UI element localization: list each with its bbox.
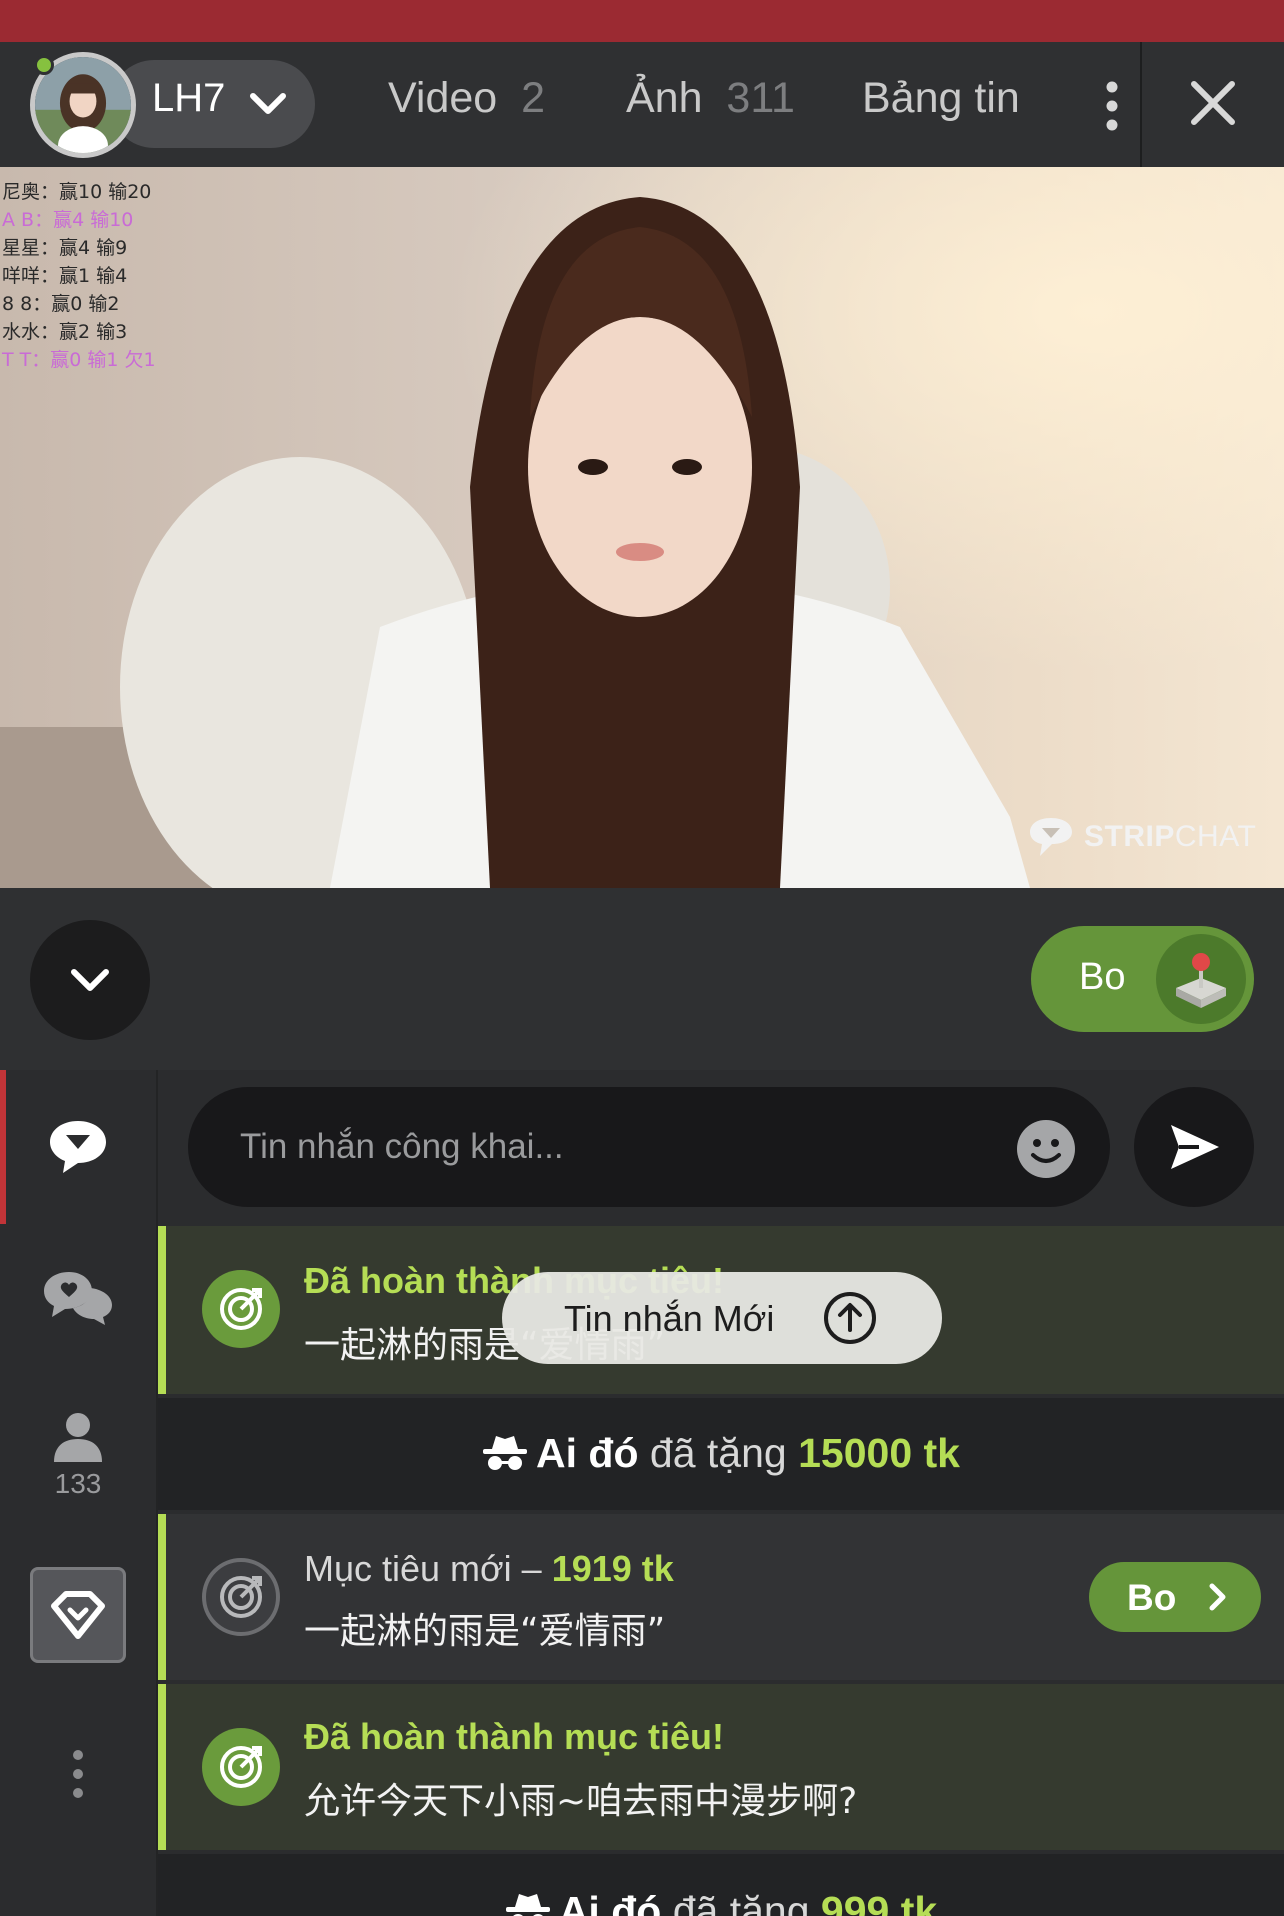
- diamond-icon: [51, 1591, 105, 1639]
- tab-video-count: 2: [521, 74, 546, 122]
- tipper-name[interactable]: Ai đó: [536, 1430, 638, 1476]
- incognito-icon: [483, 1436, 528, 1470]
- score-line: 水水：赢2 输3: [2, 321, 128, 343]
- tip-text: Ai đó đã tặng 15000 tk: [158, 1430, 1284, 1477]
- rail-private-chats[interactable]: [0, 1270, 156, 1326]
- close-icon[interactable]: [1186, 76, 1240, 130]
- bo-game-toggle[interactable]: Bo: [1031, 926, 1254, 1032]
- bo-goal-button[interactable]: Bo: [1089, 1562, 1261, 1632]
- new-goal-title: Mục tiêu mới – 1919 tk: [304, 1548, 674, 1590]
- incognito-icon: [505, 1894, 550, 1916]
- tip-message: Ai đó đã tặng 15000 tk: [158, 1398, 1284, 1510]
- send-message-button[interactable]: [1134, 1087, 1254, 1207]
- goal-completed-title: Đã hoàn thành mục tiêu!: [304, 1716, 725, 1757]
- goal-badge: [202, 1270, 280, 1348]
- tab-photos[interactable]: Ảnh 311: [626, 74, 795, 123]
- tip-amount: 15000 tk: [798, 1430, 960, 1476]
- users-count: 133: [54, 1468, 102, 1499]
- goal-completed-message: Đã hoàn thành mục tiêu! 允许今天下小雨~咱去雨中漫步啊?: [158, 1684, 1284, 1850]
- chevron-down-icon[interactable]: [248, 86, 288, 122]
- rail-more[interactable]: [0, 1748, 156, 1800]
- score-line: 咩咩：赢1 输4: [2, 265, 128, 287]
- collapse-video-button[interactable]: [30, 920, 150, 1040]
- more-vertical-icon[interactable]: [1100, 78, 1124, 134]
- new-messages-button[interactable]: Tin nhắn Mới: [502, 1272, 942, 1364]
- goal-target-icon: [220, 1746, 262, 1788]
- score-overlay: 尼奥：赢10 输20 A B：赢4 输10 星星：赢4 输9 咩咩：赢1 输4 …: [2, 178, 156, 374]
- new-messages-label: Tin nhắn Mới: [564, 1298, 775, 1339]
- chevron-down-icon: [71, 969, 109, 991]
- score-line: 8 8：赢0 输2: [2, 293, 120, 315]
- public-message-input[interactable]: Tin nhắn công khai...: [188, 1087, 1110, 1207]
- stripchat-watermark: STRIPCHAT: [1028, 814, 1256, 860]
- user-icon: [54, 1413, 102, 1462]
- goal-target-icon: [220, 1288, 262, 1330]
- score-line: A B：赢4 输10: [2, 209, 134, 231]
- private-chat-icon: [44, 1272, 112, 1325]
- watermark-light-text: CHAT: [1174, 820, 1257, 853]
- tab-photos-count: 311: [726, 74, 795, 122]
- goal-target-icon: [220, 1576, 262, 1618]
- tip-message: Ai đó đã tặng 999 tk: [158, 1854, 1284, 1916]
- tip-verb: đã tặng: [649, 1430, 787, 1476]
- new-goal-message: Mục tiêu mới – 1919 tk 一起淋的雨是“爱情雨” Bo: [158, 1514, 1284, 1680]
- tip-verb: đã tặng: [672, 1888, 810, 1916]
- goal-description: 允许今天下小雨~咱去雨中漫步啊?: [304, 1781, 858, 1822]
- tipper-name[interactable]: Ai đó: [559, 1888, 661, 1916]
- message-input-placeholder: Tin nhắn công khai...: [240, 1127, 564, 1166]
- chat-bubble-icon: [50, 1121, 106, 1173]
- new-goal-prefix: Mục tiêu mới –: [304, 1548, 542, 1589]
- joystick-icon: [1176, 953, 1226, 1008]
- rail-tokens-button[interactable]: [30, 1567, 126, 1663]
- bo-goal-button-label: Bo: [1127, 1577, 1177, 1618]
- score-line: 尼奥：赢10 输20: [2, 181, 152, 203]
- goal-badge: [202, 1558, 280, 1636]
- chevron-right-icon: [1209, 1583, 1226, 1611]
- tab-video[interactable]: Video 2: [388, 74, 545, 123]
- more-vertical-icon: [73, 1750, 83, 1798]
- tab-photos-label: Ảnh: [626, 74, 703, 122]
- tip-text: Ai đó đã tặng 999 tk: [158, 1888, 1284, 1916]
- goal-badge: [202, 1728, 280, 1806]
- model-username[interactable]: LH7: [152, 76, 225, 121]
- emoji-icon[interactable]: [1016, 1119, 1076, 1179]
- tab-video-label: Video: [388, 74, 498, 122]
- rail-users[interactable]: 133: [0, 1412, 156, 1500]
- score-line: T T：赢0 输1 欠1: [2, 349, 156, 371]
- header-divider: [1140, 42, 1142, 167]
- send-icon: [1171, 1125, 1219, 1169]
- bo-toggle-label: Bo: [1079, 956, 1126, 998]
- watermark-bold-text: STRIP: [1084, 820, 1175, 853]
- score-line: 星星：赢4 输9: [2, 237, 128, 259]
- tab-feed[interactable]: Bảng tin: [862, 74, 1020, 123]
- stripchat-logo-icon: [1030, 818, 1072, 856]
- tip-amount: 999 tk: [820, 1888, 938, 1916]
- new-goal-amount: 1919 tk: [551, 1548, 674, 1589]
- tab-feed-label: Bảng tin: [862, 74, 1020, 122]
- arrow-up-circle-icon: [824, 1292, 876, 1344]
- online-status-dot: [34, 55, 54, 75]
- video-frame: [0, 167, 1284, 888]
- live-video-stream[interactable]: 尼奥：赢10 输20 A B：赢4 输10 星星：赢4 输9 咩咩：赢1 输4 …: [0, 167, 1284, 888]
- rail-public-chat[interactable]: [0, 1118, 156, 1176]
- toggle-knob: [1156, 934, 1246, 1024]
- top-status-strip: [0, 0, 1284, 42]
- goal-description: 一起淋的雨是“爱情雨”: [304, 1611, 666, 1652]
